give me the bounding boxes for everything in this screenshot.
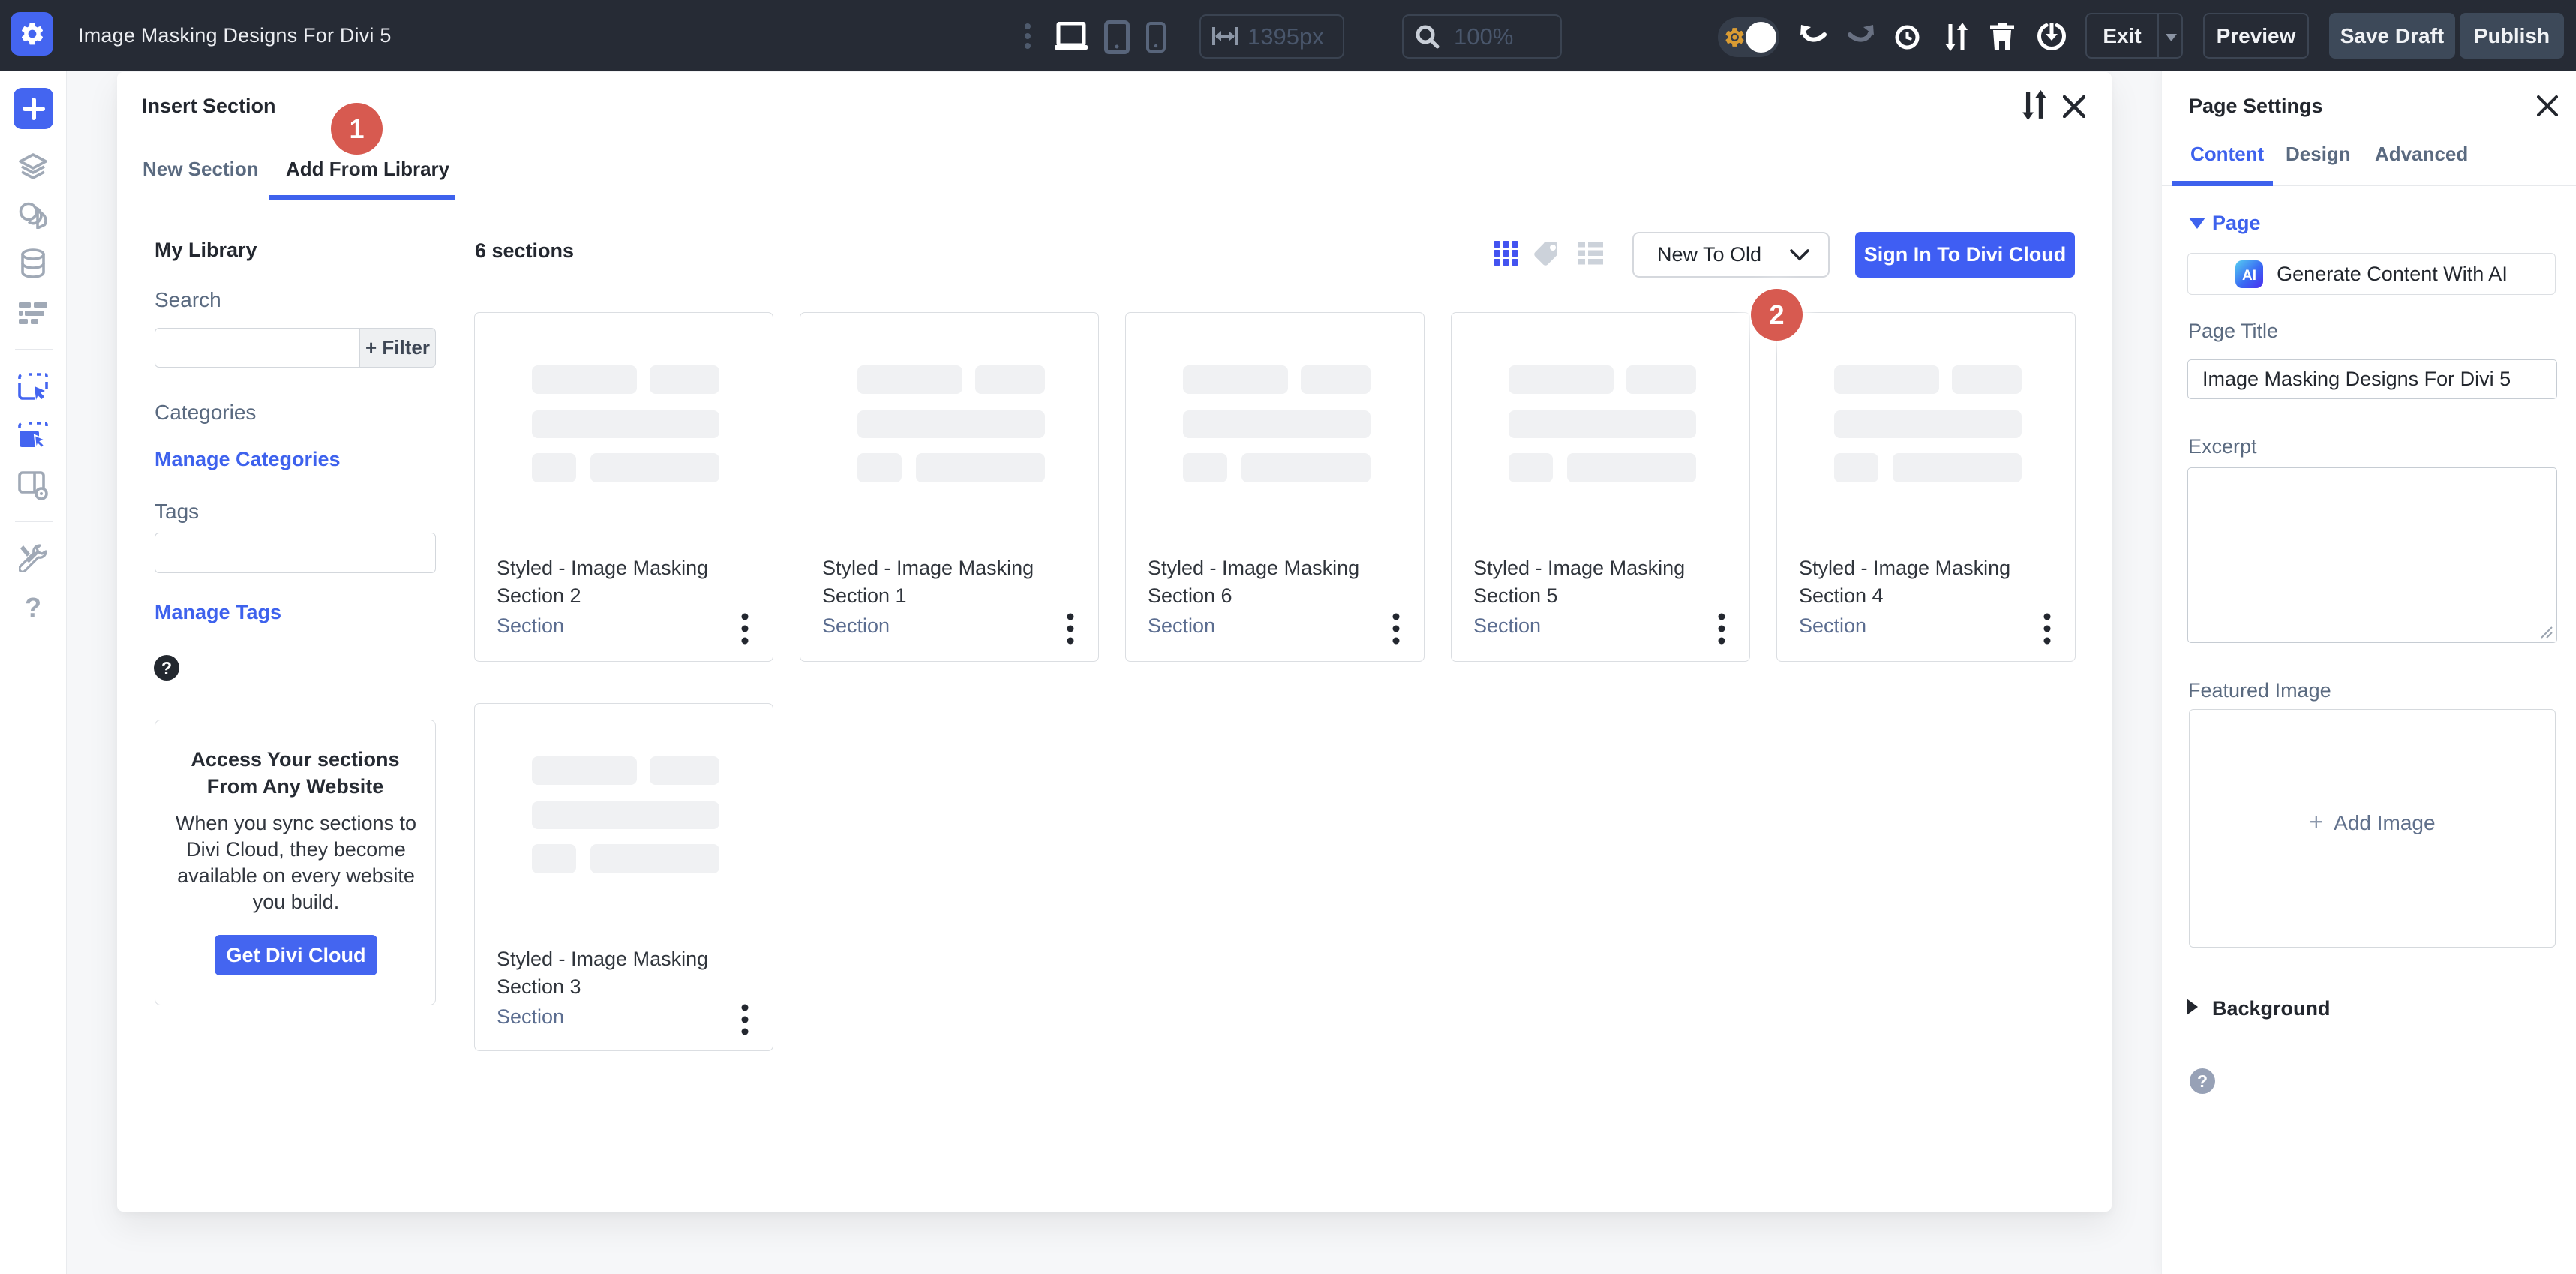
svg-text:AI: AI: [2242, 268, 2256, 284]
